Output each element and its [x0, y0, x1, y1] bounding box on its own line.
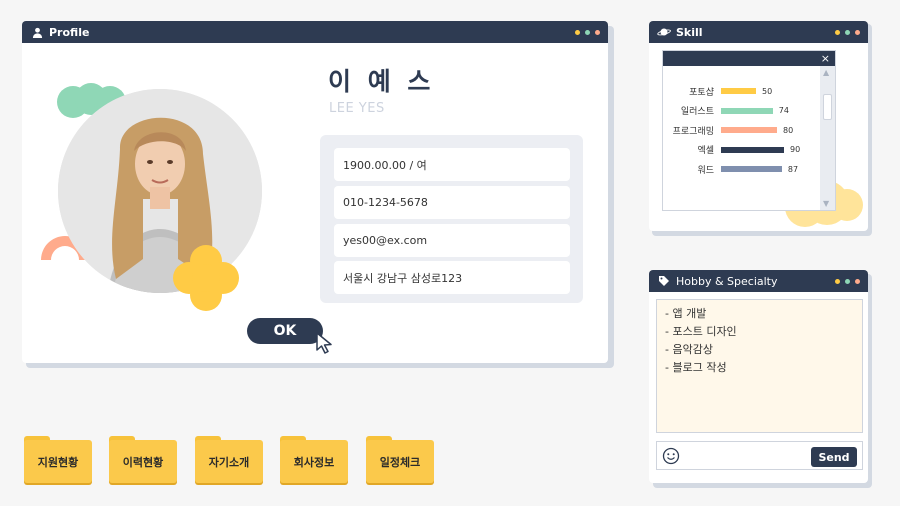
close-dot[interactable] [855, 278, 860, 284]
hobby-line: - 포스트 디자인 [665, 325, 737, 338]
folder-label: 자기소개 [195, 440, 263, 483]
cursor-icon [316, 332, 332, 354]
skill-value: 87 [787, 164, 799, 174]
skill-label: 포토샵 [689, 87, 714, 98]
skill-value: 90 [790, 145, 801, 154]
profile-name: 이 예 스 [328, 67, 435, 96]
skill-value: 74 [778, 106, 789, 115]
skill-bar [721, 127, 777, 133]
hobby-line: - 음악감상 [665, 343, 713, 356]
email-field[interactable]: yes00@ex.com [334, 224, 570, 257]
ok-button[interactable]: OK [247, 318, 323, 344]
maximize-dot[interactable] [845, 278, 850, 284]
folder-self-intro[interactable]: 자기소개 [195, 436, 263, 483]
phone-field[interactable]: 010-1234-5678 [334, 186, 570, 219]
hobby-textarea[interactable]: - 앱 개발 - 포스트 디자인 - 음악감상 - 블로그 작성 [656, 299, 863, 433]
address-field[interactable]: 서울시 강남구 삼성로123 [334, 261, 570, 294]
skill-titlebar[interactable]: Skill [649, 21, 868, 43]
folder-label: 일정체크 [366, 440, 434, 483]
skill-value: 80 [783, 125, 794, 135]
minimize-dot[interactable] [835, 278, 840, 284]
folder-company-info[interactable]: 회사정보 [280, 436, 348, 483]
folder-resume-status[interactable]: 이력현황 [109, 436, 177, 483]
maximize-dot[interactable] [585, 29, 590, 35]
hobby-titlebar[interactable]: Hobby & Specialty [649, 270, 868, 292]
window-controls [835, 29, 860, 35]
skill-panel: × 포토샵 50 일러스트 74 프로그래밍 80 엑셀 90 워드 87 ▲ ▼ [662, 50, 836, 211]
folder-label: 이력현황 [109, 440, 177, 483]
skill-bar [721, 166, 782, 172]
skill-label: 워드 [697, 165, 714, 176]
skill-label: 일러스트 [680, 107, 714, 117]
smiley-icon[interactable] [662, 447, 680, 465]
skill-bar [721, 88, 756, 94]
skill-value: 50 [762, 86, 773, 96]
folder-schedule-check[interactable]: 일정체크 [366, 436, 434, 483]
window-controls [835, 278, 860, 284]
skill-panel-header: × [663, 51, 835, 66]
yellow-flower-shape [173, 245, 239, 311]
close-dot[interactable] [855, 29, 860, 35]
skill-title: Skill [676, 25, 703, 39]
birth-gender-field[interactable]: 1900.00.00 / 여 [334, 148, 570, 181]
skill-row: 일러스트 74 [663, 104, 813, 118]
scroll-down-icon[interactable]: ▼ [823, 199, 829, 208]
folder-label: 회사정보 [280, 440, 348, 483]
skill-row: 포토샵 50 [663, 84, 813, 98]
skill-bar [721, 146, 784, 153]
skill-bar [721, 107, 773, 114]
close-dot[interactable] [595, 29, 600, 35]
skill-row: 프로그래밍 80 [663, 123, 813, 137]
hobby-line: - 앱 개발 [665, 307, 707, 320]
profile-titlebar[interactable]: Profile [22, 21, 608, 43]
skill-row: 엑셀 90 [663, 143, 813, 157]
window-controls [575, 29, 600, 35]
minimize-dot[interactable] [575, 29, 580, 35]
hobby-title: Hobby & Specialty [676, 274, 778, 288]
scroll-up-icon[interactable]: ▲ [823, 68, 829, 77]
minimize-dot[interactable] [835, 29, 840, 35]
folder-application-status[interactable]: 지원현황 [24, 436, 92, 483]
profile-english-name: LEE YES [329, 101, 385, 116]
skill-row: 워드 87 [663, 162, 813, 176]
user-icon [30, 25, 44, 39]
send-button[interactable]: Send [811, 447, 857, 467]
folder-label: 지원현황 [24, 440, 92, 483]
skill-label: 엑셀 [697, 146, 714, 156]
hobby-line: - 블로그 작성 [665, 361, 727, 374]
profile-title: Profile [49, 25, 90, 39]
scroll-thumb[interactable] [823, 94, 832, 120]
skill-label: 프로그래밍 [672, 126, 714, 137]
tags-icon [657, 274, 671, 288]
skill-scrollbar[interactable]: ▲ ▼ [820, 66, 835, 210]
planet-icon [657, 25, 671, 39]
maximize-dot[interactable] [845, 29, 850, 35]
close-icon[interactable]: × [821, 52, 830, 65]
